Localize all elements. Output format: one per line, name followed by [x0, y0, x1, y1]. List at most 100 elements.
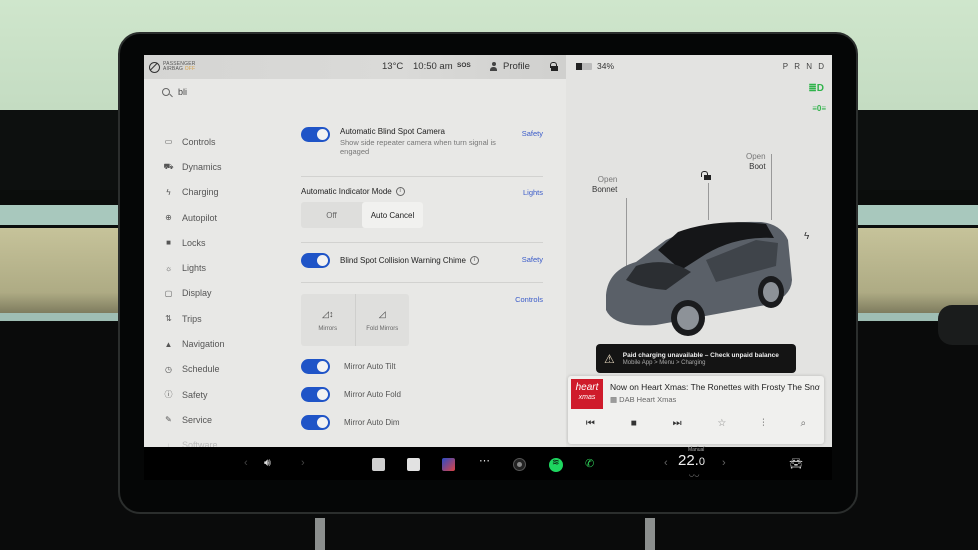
- sidebar-item-lights[interactable]: ☼ Lights: [164, 255, 284, 280]
- display-icon: ▢: [164, 288, 173, 298]
- settings-search[interactable]: bli: [162, 87, 187, 97]
- cabin-temperature[interactable]: 22.0: [678, 452, 705, 469]
- screen-mount-left: [315, 518, 325, 550]
- bolt-icon: ϟ: [166, 187, 171, 197]
- battery-percent: 34%: [597, 61, 615, 71]
- indicator-mode-setting: Automatic Indicator Mode i: [301, 187, 405, 197]
- alert-title: Paid charging unavailable – Check unpaid…: [622, 351, 779, 359]
- now-playing-title: Now on Heart Xmas: The Ronettes with Fro…: [610, 382, 820, 392]
- setting-title: Mirror Auto Dim: [344, 418, 400, 427]
- favorite-icon[interactable]: ☆: [717, 418, 726, 429]
- search-input[interactable]: bli: [178, 87, 187, 97]
- sidebar-item-label: Autopilot: [182, 212, 218, 223]
- sidebar-item-locks[interactable]: ■ Locks: [164, 230, 284, 255]
- mirror-auto-dim-toggle[interactable]: [301, 415, 330, 430]
- info-icon[interactable]: i: [395, 187, 405, 197]
- manual-app-icon[interactable]: [372, 458, 385, 471]
- sidebar-item-autopilot[interactable]: ⊕ Autopilot: [164, 205, 284, 230]
- volume-icon[interactable]: 🔊︎: [264, 457, 271, 470]
- sos-button[interactable]: SOS: [457, 62, 471, 69]
- sidebar-item-label: Safety: [182, 389, 208, 400]
- car-status-panel: 34% P R N D ≣D ≡0≡ Open Bonnet Open Boot…: [566, 55, 832, 451]
- bottom-dock: ‹ 🔊︎ › ⋯ ✆ ‹ Manual 22.0 › ◡◡ 🚘︎: [144, 447, 832, 480]
- collision-chime-toggle[interactable]: [301, 253, 330, 268]
- fog-light-indicator-icon: ≡0≡: [812, 104, 826, 113]
- open-boot-button[interactable]: Open Boot: [746, 152, 766, 172]
- car-controls-icon[interactable]: 🚘︎: [789, 457, 803, 470]
- temp-up-chevron-icon[interactable]: ›: [722, 457, 726, 469]
- settings-sidebar: ▭ Controls ⛟ Dynamics ϟ Charging ⊕ Autopilot…: [163, 129, 284, 458]
- category-link-lights[interactable]: Lights: [523, 188, 543, 197]
- calendar-app-icon[interactable]: [407, 458, 420, 471]
- logo-text: heart: [575, 382, 599, 393]
- info-icon[interactable]: i: [469, 256, 479, 266]
- charging-alert-banner[interactable]: ⚠ Paid charging unavailable – Check unpa…: [596, 344, 796, 373]
- mirror-auto-fold-setting: Mirror Auto Fold: [301, 387, 401, 402]
- seat-heater-icon[interactable]: ◡◡: [689, 471, 699, 478]
- passenger-airbag-indicator: PASSENGER AIRBAG OFF: [149, 61, 196, 73]
- sidebar-item-safety[interactable]: ⓘ Safety: [164, 382, 284, 407]
- sidebar-item-navigation[interactable]: ▲ Navigation: [164, 331, 284, 356]
- sidebar-item-label: Schedule: [182, 364, 220, 375]
- category-link-safety[interactable]: Safety: [522, 129, 543, 138]
- sidebar-item-label: Service: [182, 414, 213, 425]
- touchscreen: PASSENGER AIRBAG OFF 13°C 10:50 am SOS P…: [144, 55, 832, 480]
- open-bonnet-button[interactable]: Open Bonnet: [592, 175, 617, 195]
- navigation-icon: ▲: [164, 339, 173, 349]
- more-apps-icon[interactable]: ⋯: [479, 454, 490, 467]
- charge-port-icon[interactable]: ϟ: [804, 231, 809, 242]
- sidebar-item-label: Lights: [182, 263, 207, 274]
- stop-icon[interactable]: ■: [631, 418, 637, 429]
- next-icon[interactable]: ⏭: [673, 418, 682, 429]
- setting-title: Blind Spot Collision Warning Chime: [340, 255, 466, 265]
- sun-icon: ☼: [164, 263, 173, 273]
- settings-panel: PASSENGER AIRBAG OFF 13°C 10:50 am SOS P…: [144, 55, 566, 450]
- callout-target: Bonnet: [592, 185, 618, 194]
- blind-spot-camera-toggle[interactable]: [301, 127, 330, 142]
- camera-app-icon[interactable]: [513, 458, 526, 471]
- lock-icon[interactable]: [550, 62, 558, 72]
- sidebar-item-trips[interactable]: ⇅ Trips: [164, 306, 284, 331]
- car-icon: ⛟: [163, 161, 174, 171]
- media-search-icon[interactable]: ⌕: [800, 418, 806, 429]
- gear-selector: P R N D: [782, 62, 826, 71]
- car-model-image: [606, 221, 792, 336]
- mirrors-adjust-button[interactable]: ◿↕ Mirrors: [301, 294, 356, 346]
- volume-up-chevron-icon[interactable]: ›: [301, 457, 305, 469]
- indicator-mode-selector: Off Auto Cancel: [301, 202, 423, 228]
- sidebar-item-display[interactable]: ▢ Display: [164, 281, 284, 306]
- temp-decimal: 0: [698, 456, 705, 468]
- status-bar: PASSENGER AIRBAG OFF 13°C 10:50 am SOS P…: [144, 55, 566, 79]
- headlight-indicator-icon: ≣D: [808, 83, 824, 94]
- sidebar-item-dynamics[interactable]: ⛟ Dynamics: [163, 154, 284, 179]
- spotify-app-icon[interactable]: [549, 457, 563, 472]
- profile-button[interactable]: Profile: [490, 61, 530, 72]
- sidebar-item-label: Display: [182, 288, 212, 299]
- category-link-controls[interactable]: Controls: [515, 295, 543, 304]
- sidebar-item-schedule[interactable]: ◷ Schedule: [164, 357, 284, 382]
- profile-label: Profile: [503, 61, 530, 72]
- sidebar-item-controls[interactable]: ▭ Controls: [164, 129, 284, 154]
- phone-app-icon[interactable]: ✆: [585, 457, 594, 470]
- divider: [301, 242, 543, 243]
- fold-mirrors-button[interactable]: ◿ Fold Mirrors: [356, 294, 410, 346]
- category-link-safety[interactable]: Safety: [522, 255, 543, 264]
- temp-down-chevron-icon[interactable]: ‹: [664, 457, 668, 469]
- airbag-off-icon: [149, 61, 160, 73]
- warning-icon: ⚠: [604, 351, 615, 366]
- mirror-auto-fold-toggle[interactable]: [301, 387, 330, 402]
- mirror-auto-tilt-toggle[interactable]: [301, 359, 330, 374]
- person-icon: [490, 62, 497, 71]
- outside-temperature: 13°C: [382, 61, 404, 72]
- previous-icon[interactable]: ⏮: [586, 418, 595, 429]
- equalizer-icon[interactable]: ⫶: [762, 418, 765, 429]
- divider: [301, 176, 543, 177]
- clock: 10:50 am: [413, 61, 453, 72]
- sidebar-item-charging[interactable]: ϟ Charging: [164, 180, 284, 205]
- navigation-app-icon[interactable]: [442, 458, 455, 471]
- indicator-mode-off[interactable]: Off: [301, 202, 362, 228]
- unlock-icon[interactable]: [701, 171, 712, 181]
- sidebar-item-service[interactable]: ✎ Service: [164, 407, 284, 432]
- indicator-mode-auto-cancel[interactable]: Auto Cancel: [362, 202, 423, 228]
- volume-down-chevron-icon[interactable]: ‹: [244, 457, 248, 469]
